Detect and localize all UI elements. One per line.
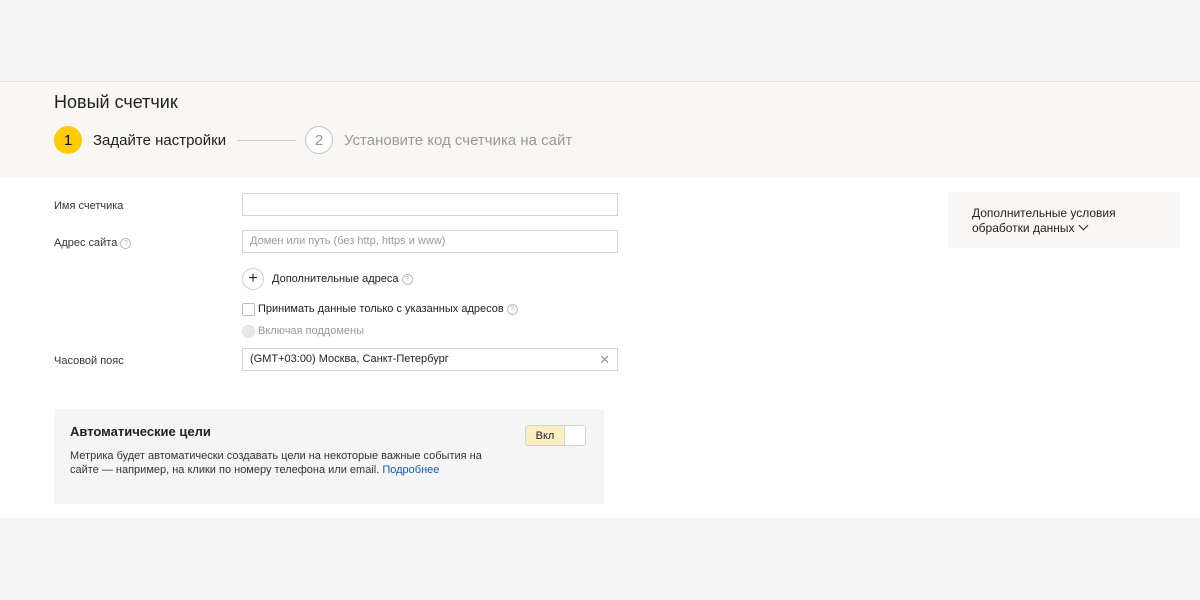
page-title: Новый счетчик [54, 92, 178, 112]
step-2-number: 2 [305, 126, 333, 154]
step-2-label: Установите код счетчика на сайт [344, 131, 573, 149]
step-2: 2 Установите код счетчика на сайт [305, 126, 572, 154]
step-1-number: 1 [54, 126, 82, 154]
additional-conditions-box[interactable]: Дополнительные условия обработки данных [948, 192, 1180, 248]
extra-addresses-label-wrap[interactable]: Дополнительные адреса? [272, 273, 413, 285]
include-subdomains-checkbox [242, 325, 255, 338]
plus-icon: + [248, 270, 258, 287]
additional-conditions-wrap: Дополнительные условия обработки данных [972, 206, 1172, 236]
site-address-input[interactable]: Домен или путь (без http, https и www) [242, 230, 618, 253]
site-address-label: Адрес сайта [54, 237, 118, 249]
only-specified-label-wrap[interactable]: Принимать данные только с указанных адре… [258, 303, 518, 315]
form-content: Имя счетчика Адрес сайта? Домен или путь… [0, 178, 1200, 518]
top-band [0, 0, 1200, 82]
counter-name-input[interactable] [242, 193, 618, 216]
close-icon[interactable]: ✕ [599, 349, 610, 370]
auto-goals-title: Автоматические цели [70, 424, 211, 439]
counter-name-label: Имя счетчика [54, 200, 124, 212]
only-specified-label: Принимать данные только с указанных адре… [258, 303, 504, 315]
more-link[interactable]: Подробнее [382, 464, 439, 476]
step-connector [238, 140, 296, 141]
additional-conditions-text: Дополнительные условия обработки данных [972, 206, 1116, 235]
site-address-label-wrap: Адрес сайта? [54, 237, 132, 249]
help-circle-icon[interactable]: ? [506, 303, 518, 315]
include-subdomains-label: Включая поддомены [258, 325, 365, 337]
auto-goals-description: Метрика будет автоматически создавать це… [70, 449, 490, 477]
toggle-knob [565, 426, 585, 445]
timezone-value: (GMT+03:00) Москва, Санкт-Петербург [250, 353, 449, 365]
auto-goals-toggle[interactable]: Вкл [525, 425, 586, 446]
step-1-label: Задайте настройки [93, 131, 227, 149]
page-header: Новый счетчик 1 Задайте настройки 2 Уста… [0, 82, 1200, 178]
add-address-button[interactable]: + [242, 268, 264, 290]
help-circle-icon[interactable]: ? [401, 273, 413, 285]
timezone-label: Часовой пояс [54, 355, 124, 367]
step-1: 1 Задайте настройки [54, 126, 226, 154]
auto-goals-panel: Автоматические цели Метрика будет автома… [54, 409, 604, 504]
help-circle-icon[interactable]: ? [120, 237, 132, 249]
only-specified-checkbox[interactable] [242, 303, 255, 316]
chevron-down-icon [1078, 220, 1088, 231]
extra-addresses-label: Дополнительные адреса [272, 273, 399, 285]
timezone-select[interactable]: (GMT+03:00) Москва, Санкт-Петербург ✕ [242, 348, 618, 371]
toggle-on-label: Вкл [526, 426, 565, 445]
